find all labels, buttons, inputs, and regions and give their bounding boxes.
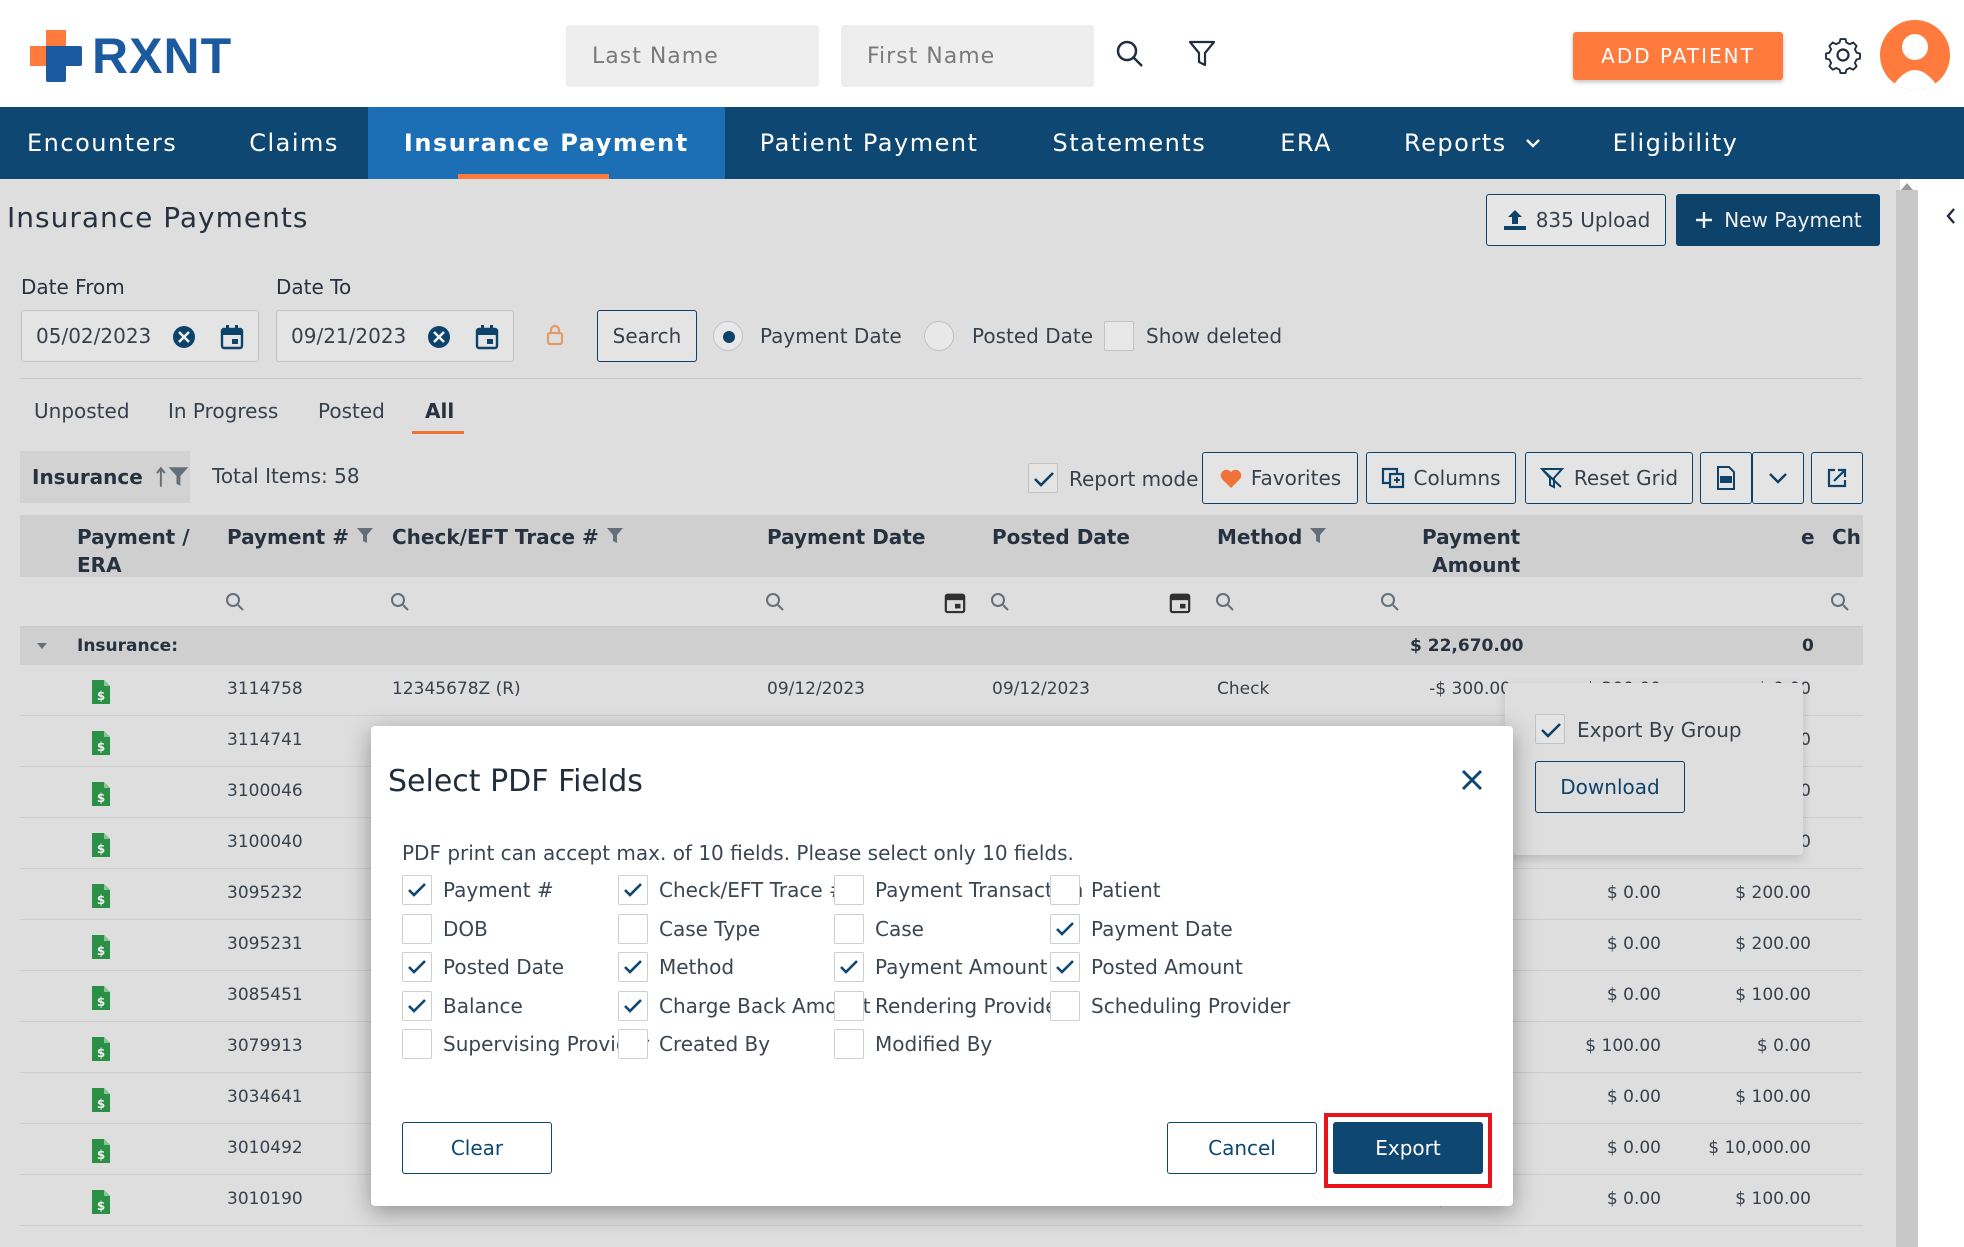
pdf-field-option[interactable]: Case Type	[618, 911, 760, 947]
pdf-field-option[interactable]: Created By	[618, 1026, 770, 1062]
pdf-field-option[interactable]: Posted Amount	[1050, 949, 1243, 985]
pdf-field-checkbox[interactable]	[1050, 990, 1080, 1021]
pdf-field-option[interactable]: Payment Transaction	[834, 872, 1083, 908]
pdf-field-option[interactable]: Payment Amount	[834, 949, 1048, 985]
pdf-field-option[interactable]: Patient	[1050, 872, 1161, 908]
modal-title: Select PDF Fields	[388, 764, 643, 799]
pdf-field-label: Case	[875, 916, 924, 941]
nav-patient-payment[interactable]: Patient Payment	[733, 107, 1006, 179]
gear-icon[interactable]	[1822, 34, 1864, 76]
nav-era[interactable]: ERA	[1253, 107, 1359, 179]
checkmark-icon	[408, 998, 426, 1013]
nav-encounters[interactable]: Encounters	[0, 107, 204, 179]
pdf-field-option[interactable]: Balance	[402, 988, 523, 1024]
pdf-field-label: Posted Amount	[1091, 955, 1243, 979]
pdf-field-option[interactable]: Payment #	[402, 872, 554, 908]
main-nav: Encounters Claims Insurance Payment Pati…	[0, 107, 1964, 179]
pdf-field-label: DOB	[443, 916, 488, 941]
rxnt-logo[interactable]: RXNT	[28, 28, 232, 84]
app-header: RXNT ADD PATIENT	[0, 0, 1964, 107]
checkmark-icon	[408, 960, 426, 974]
filter-icon[interactable]	[1182, 34, 1222, 74]
close-icon[interactable]	[1454, 762, 1490, 798]
scrollbar[interactable]	[1896, 190, 1918, 1247]
pdf-field-checkbox[interactable]	[834, 990, 864, 1021]
pdf-field-option[interactable]: Posted Date	[402, 949, 564, 985]
pdf-field-label: Check/EFT Trace #	[659, 878, 846, 902]
pdf-field-checkbox[interactable]	[1050, 875, 1080, 905]
pdf-field-option[interactable]: Supervising Provider	[402, 1026, 649, 1062]
pdf-field-checkbox[interactable]	[402, 1029, 432, 1059]
pdf-field-label: Payment Date	[1091, 916, 1233, 941]
pdf-field-checkbox[interactable]	[618, 913, 648, 944]
pdf-field-checkbox[interactable]	[1050, 913, 1080, 944]
pdf-field-label: Method	[659, 955, 735, 979]
checkmark-icon	[408, 883, 426, 897]
scroll-up-arrow-icon[interactable]	[1897, 179, 1917, 193]
pdf-field-checkbox[interactable]	[834, 875, 864, 905]
pdf-field-checkbox[interactable]	[402, 875, 432, 905]
checkmark-icon	[1056, 921, 1074, 936]
pdf-field-label: Rendering Provider	[875, 993, 1066, 1018]
pdf-field-label: Balance	[443, 993, 523, 1018]
pdf-field-option[interactable]: Case	[834, 911, 924, 947]
checkmark-icon	[1056, 960, 1074, 974]
pdf-field-checkbox[interactable]	[402, 952, 432, 982]
first-name-input[interactable]	[841, 25, 1094, 87]
pdf-field-label: Scheduling Provider	[1091, 993, 1291, 1018]
chevron-down-icon	[1525, 139, 1540, 148]
pdf-field-checkbox[interactable]	[402, 913, 432, 944]
chevron-left-icon[interactable]	[1944, 206, 1958, 226]
pdf-field-option[interactable]: Scheduling Provider	[1050, 988, 1290, 1024]
export-highlight-box	[1324, 1113, 1492, 1188]
checkmark-icon	[624, 883, 642, 897]
pdf-field-checkbox[interactable]	[834, 1029, 864, 1059]
pdf-field-checkbox[interactable]	[618, 990, 648, 1021]
nav-eligibility[interactable]: Eligibility	[1586, 107, 1766, 179]
pdf-field-option[interactable]: Method	[618, 949, 734, 985]
pdf-field-label: Modified By	[875, 1032, 993, 1056]
pdf-field-label: Payment #	[443, 878, 554, 902]
pdf-field-option[interactable]: Charge Back Amount	[618, 988, 871, 1024]
checkmark-icon	[624, 998, 642, 1013]
clear-button[interactable]: Clear	[402, 1122, 552, 1174]
pdf-field-checkbox[interactable]	[402, 990, 432, 1021]
nav-statements[interactable]: Statements	[1025, 107, 1233, 179]
add-patient-button[interactable]: ADD PATIENT	[1573, 32, 1783, 80]
pdf-field-checkbox[interactable]	[618, 875, 648, 905]
modal-note: PDF print can accept max. of 10 fields. …	[402, 841, 1074, 865]
pdf-field-label: Created By	[659, 1032, 771, 1056]
checkmark-icon	[624, 960, 642, 974]
pdf-field-option[interactable]: Payment Date	[1050, 911, 1233, 947]
pdf-field-checkbox[interactable]	[618, 952, 648, 982]
rxnt-cross-icon	[30, 30, 82, 82]
search-icon[interactable]	[1110, 34, 1150, 74]
cancel-button[interactable]: Cancel	[1167, 1122, 1317, 1174]
pdf-field-label: Case Type	[659, 916, 761, 941]
pdf-field-option[interactable]: DOB	[402, 911, 488, 947]
pdf-field-option[interactable]: Modified By	[834, 1026, 992, 1062]
nav-insurance-payment[interactable]: Insurance Payment	[367, 107, 725, 179]
pdf-field-checkbox[interactable]	[834, 913, 864, 944]
last-name-input[interactable]	[566, 25, 819, 87]
checkmark-icon	[840, 960, 858, 974]
user-avatar[interactable]	[1880, 20, 1950, 90]
pdf-field-option[interactable]: Check/EFT Trace #	[618, 872, 846, 908]
nav-reports[interactable]: Reports	[1377, 107, 1568, 179]
pdf-field-label: Posted Date	[443, 955, 565, 979]
nav-reports-label: Reports	[1404, 129, 1507, 157]
pdf-field-checkbox[interactable]	[618, 1029, 648, 1059]
pdf-field-option[interactable]: Rendering Provider	[834, 988, 1066, 1024]
pdf-field-checkbox[interactable]	[834, 952, 864, 982]
nav-claims[interactable]: Claims	[222, 107, 366, 179]
pdf-field-checkbox[interactable]	[1050, 952, 1080, 982]
logo-text: RXNT	[92, 28, 233, 84]
pdf-field-label: Patient	[1091, 878, 1161, 902]
pdf-field-label: Payment Amount	[875, 955, 1048, 979]
